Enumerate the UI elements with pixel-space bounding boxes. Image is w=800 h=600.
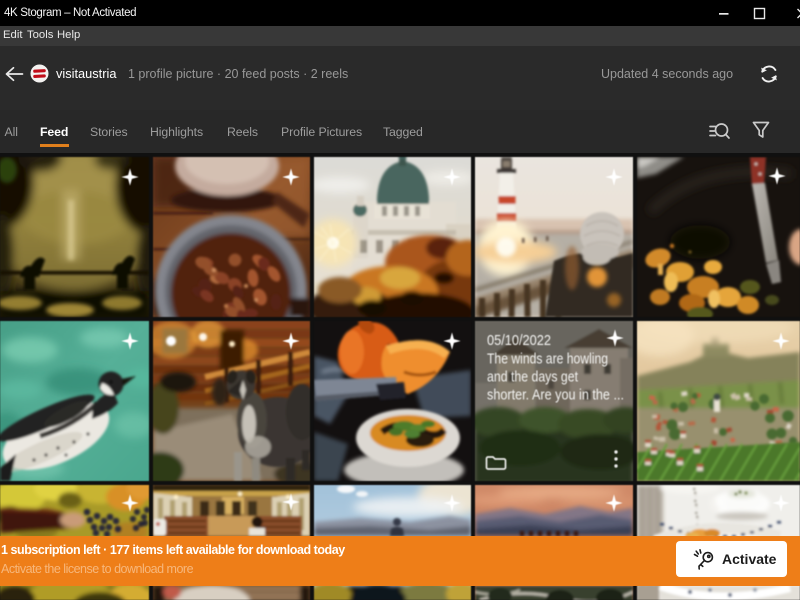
svg-text:shorter. Are you in the ...: shorter. Are you in the ... xyxy=(487,387,624,404)
svg-text:05/10/2022: 05/10/2022 xyxy=(487,332,551,349)
svg-text:The winds are howling: The winds are howling xyxy=(487,351,608,368)
svg-text:and the days get: and the days get xyxy=(487,369,579,386)
